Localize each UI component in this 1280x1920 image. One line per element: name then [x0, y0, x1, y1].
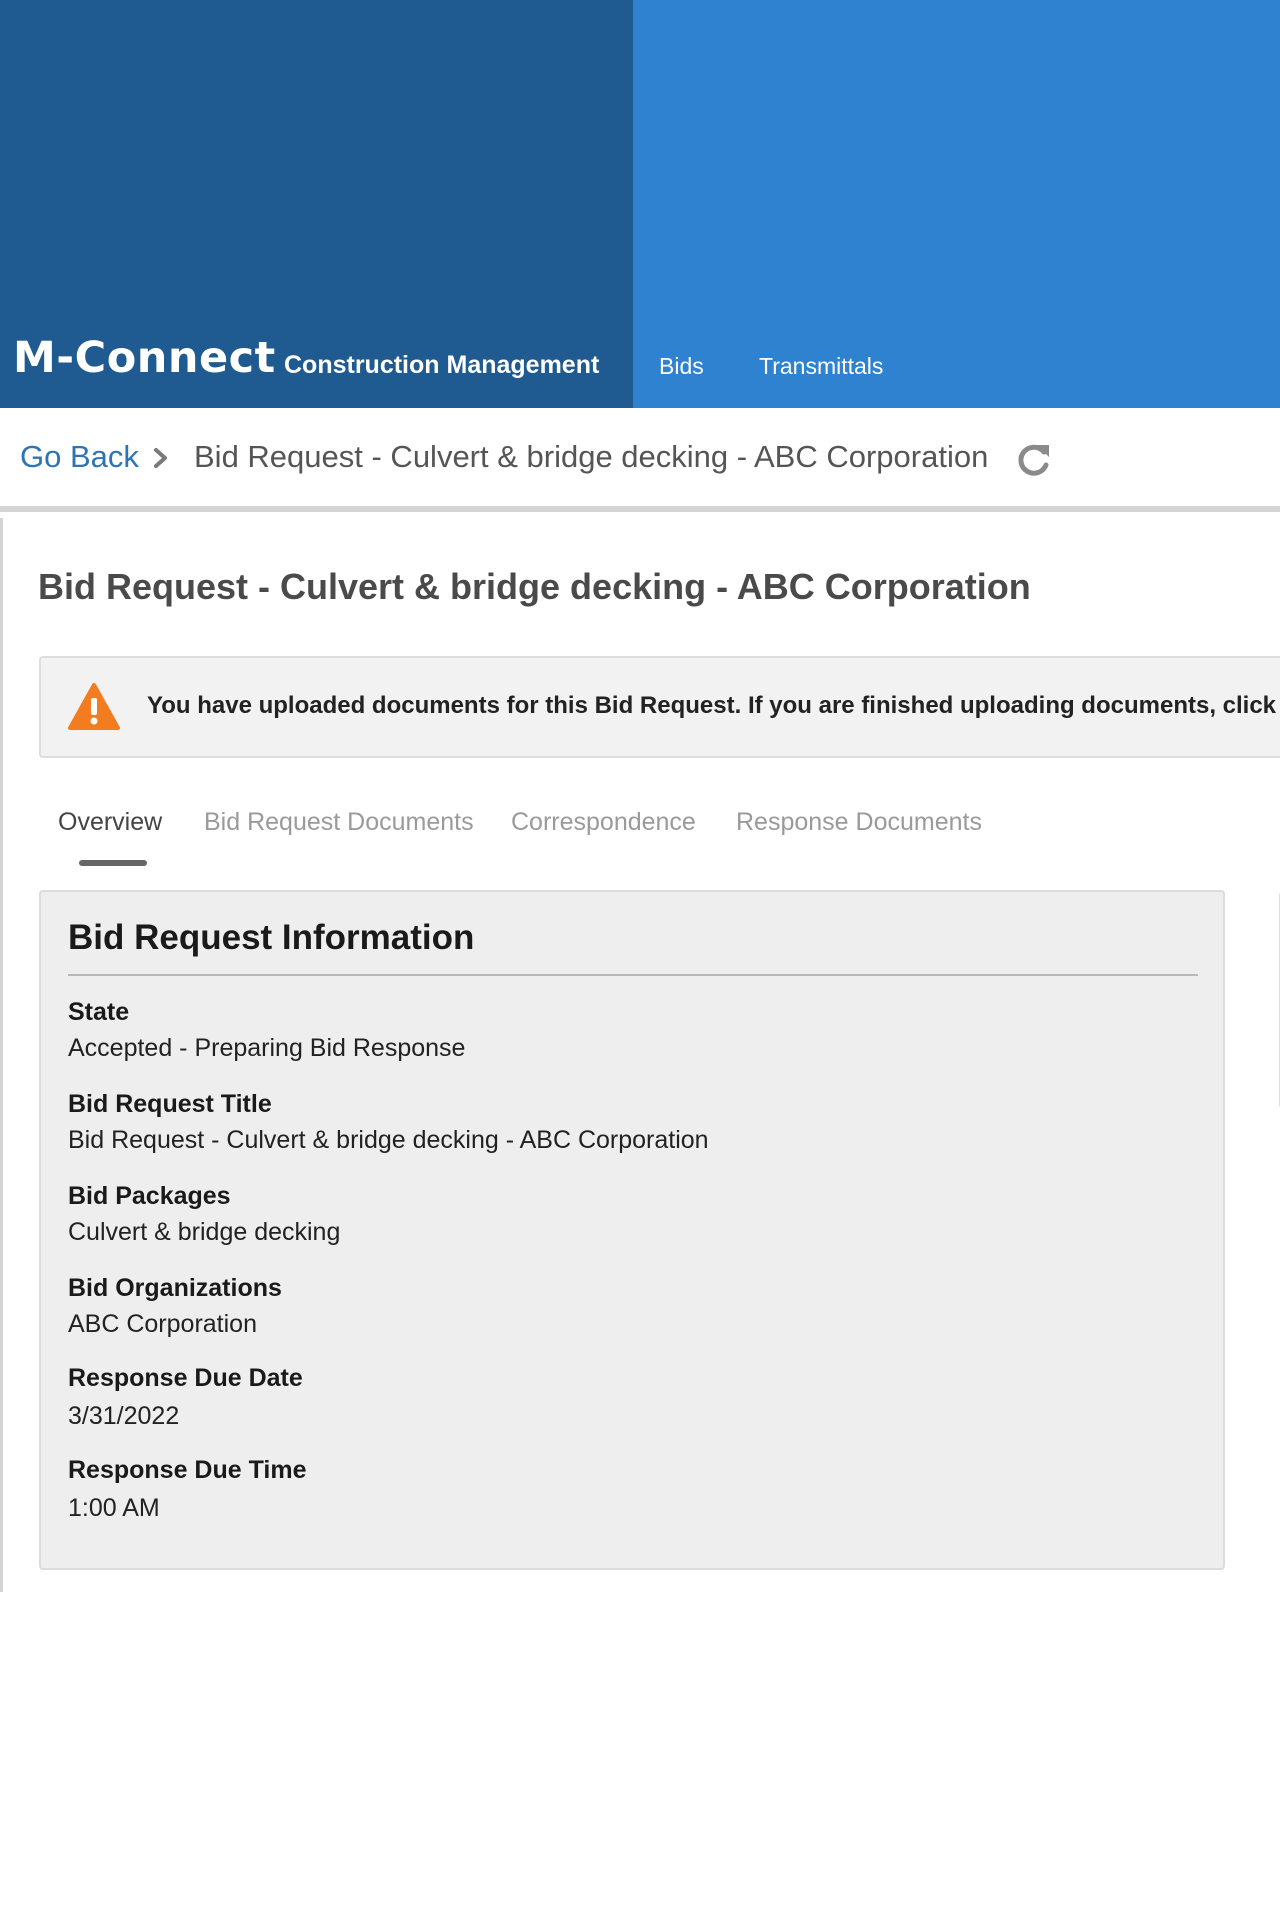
card-title: Bid Request Information [68, 918, 475, 957]
field-label-state: State [68, 998, 130, 1026]
refresh-icon[interactable] [1013, 440, 1053, 480]
page-title: Bid Request - Culvert & bridge decking -… [38, 566, 1031, 607]
app-header: M-Connect Construction Management Bids T… [0, 0, 1280, 408]
nav-bids[interactable]: Bids [659, 353, 704, 380]
bid-request-info-card: Bid Request Information State Accepted -… [39, 890, 1225, 1570]
header-nav-area: Bids Transmittals [633, 0, 1280, 408]
tab-overview[interactable]: Overview [58, 808, 162, 837]
upload-alert: You have uploaded documents for this Bid… [39, 656, 1280, 758]
field-label-response-due-date: Response Due Date [68, 1364, 303, 1392]
header-brand-area: M-Connect Construction Management [0, 0, 633, 408]
field-label-bid-packages: Bid Packages [68, 1182, 231, 1210]
breadcrumb: Go Back Bid Request - Culvert & bridge d… [0, 408, 1280, 512]
field-value-response-due-date: 3/31/2022 [68, 1402, 180, 1430]
tab-correspondence[interactable]: Correspondence [511, 808, 696, 837]
field-value-state: Accepted - Preparing Bid Response [68, 1034, 466, 1062]
main-content: Bid Request - Culvert & bridge decking -… [0, 518, 1280, 1592]
tab-response-documents[interactable]: Response Documents [736, 808, 982, 837]
field-label-bid-request-title: Bid Request Title [68, 1090, 272, 1118]
alert-message: You have uploaded documents for this Bid… [147, 692, 1280, 719]
field-label-response-due-time: Response Due Time [68, 1456, 307, 1484]
app-name[interactable]: Construction Management [284, 351, 599, 380]
chevron-right-icon [154, 448, 167, 468]
nav-transmittals[interactable]: Transmittals [759, 353, 883, 380]
warning-icon [68, 683, 120, 730]
active-tab-indicator [79, 860, 147, 866]
field-label-bid-organizations: Bid Organizations [68, 1274, 282, 1302]
field-value-bid-packages: Culvert & bridge decking [68, 1218, 341, 1246]
card-divider [68, 974, 1198, 976]
field-value-bid-organizations: ABC Corporation [68, 1310, 257, 1338]
field-value-response-due-time: 1:00 AM [68, 1494, 160, 1522]
app-logo[interactable]: M-Connect [13, 333, 276, 383]
breadcrumb-current: Bid Request - Culvert & bridge decking -… [194, 439, 989, 474]
tab-bid-request-documents[interactable]: Bid Request Documents [204, 808, 474, 837]
go-back-link[interactable]: Go Back [20, 439, 139, 475]
field-value-bid-request-title: Bid Request - Culvert & bridge decking -… [68, 1126, 709, 1154]
